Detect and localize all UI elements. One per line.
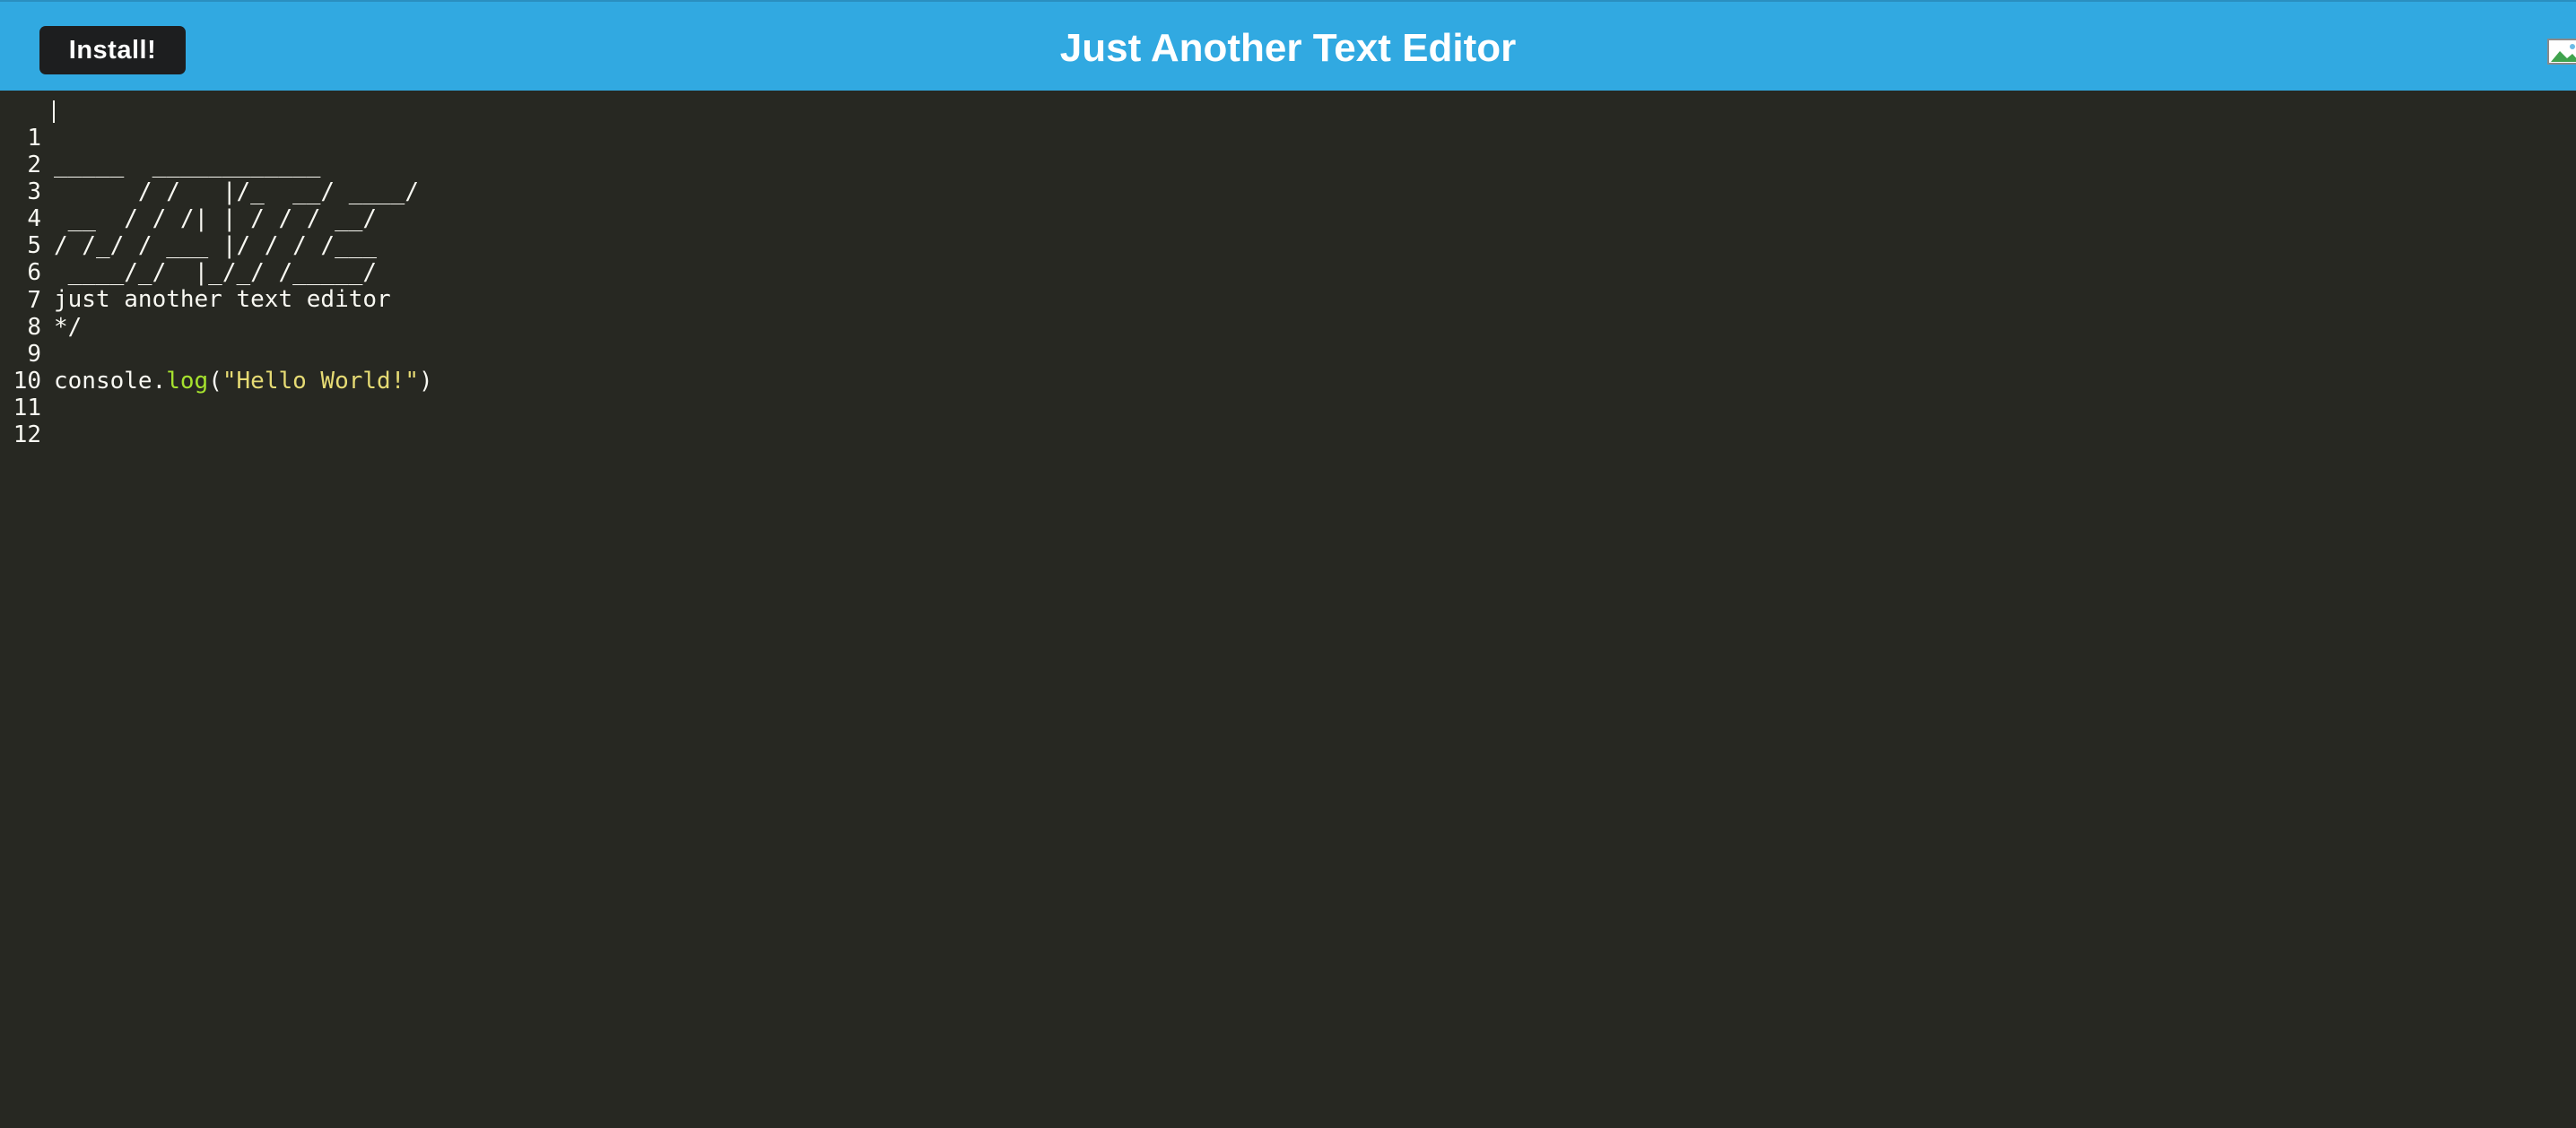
token-punctuation: ) — [419, 367, 433, 395]
code-line-11[interactable]: 11 — [0, 368, 84, 421]
code-text[interactable]: just another text editor — [54, 286, 391, 313]
code-text[interactable]: console.log("Hello World!") — [54, 368, 433, 395]
code-line-3[interactable]: 3 __ / / /| | / / / __/ — [0, 152, 377, 232]
code-text[interactable]: _____ ____________ — [54, 152, 320, 178]
code-line-5[interactable]: 5 ____/_/ |_/_/ /_____/ — [0, 205, 377, 286]
code-line-7[interactable]: 7 */ — [0, 260, 84, 341]
code-lines: 1 _____ ____________ 2 / / |/_ __/ ____/… — [0, 98, 433, 448]
code-line-10[interactable]: 10 — [0, 341, 84, 395]
text-cursor — [53, 100, 55, 123]
code-text[interactable]: / /_/ / ___ |/ / / /___ — [54, 232, 377, 259]
code-text[interactable]: / / |/_ __/ ____/ — [54, 178, 419, 205]
code-line-1[interactable]: 1 _____ ____________ — [0, 98, 320, 178]
code-text[interactable]: ____/_/ |_/_/ /_____/ — [54, 259, 377, 286]
app-logo-broken-image-icon — [2547, 39, 2576, 65]
code-line-6[interactable]: 6 just another text editor — [0, 232, 390, 313]
code-line-2[interactable]: 2 / / |/_ __/ ____/ — [0, 125, 419, 205]
line-number: 12 — [13, 421, 41, 449]
install-button[interactable]: Install! — [39, 26, 186, 74]
code-line-9[interactable]: 9 console.log("Hello World!") — [0, 314, 432, 395]
app-title: Just Another Text Editor — [1059, 26, 1517, 70]
code-editor[interactable]: 1 _____ ____________ 2 / / |/_ __/ ____/… — [0, 91, 2576, 1128]
code-line-8[interactable]: 8 — [0, 287, 84, 341]
token-string: "Hello World!" — [222, 367, 420, 395]
token-property: log — [166, 367, 209, 395]
token-punctuation: ( — [208, 367, 222, 395]
code-text[interactable]: __ / / /| | / / / __/ — [54, 205, 377, 232]
code-line-4[interactable]: 4 / /_/ / ___ |/ / / /___ — [0, 178, 377, 259]
code-line-12[interactable]: 12 — [0, 395, 84, 448]
navbar: Install! Just Another Text Editor — [0, 0, 2576, 91]
